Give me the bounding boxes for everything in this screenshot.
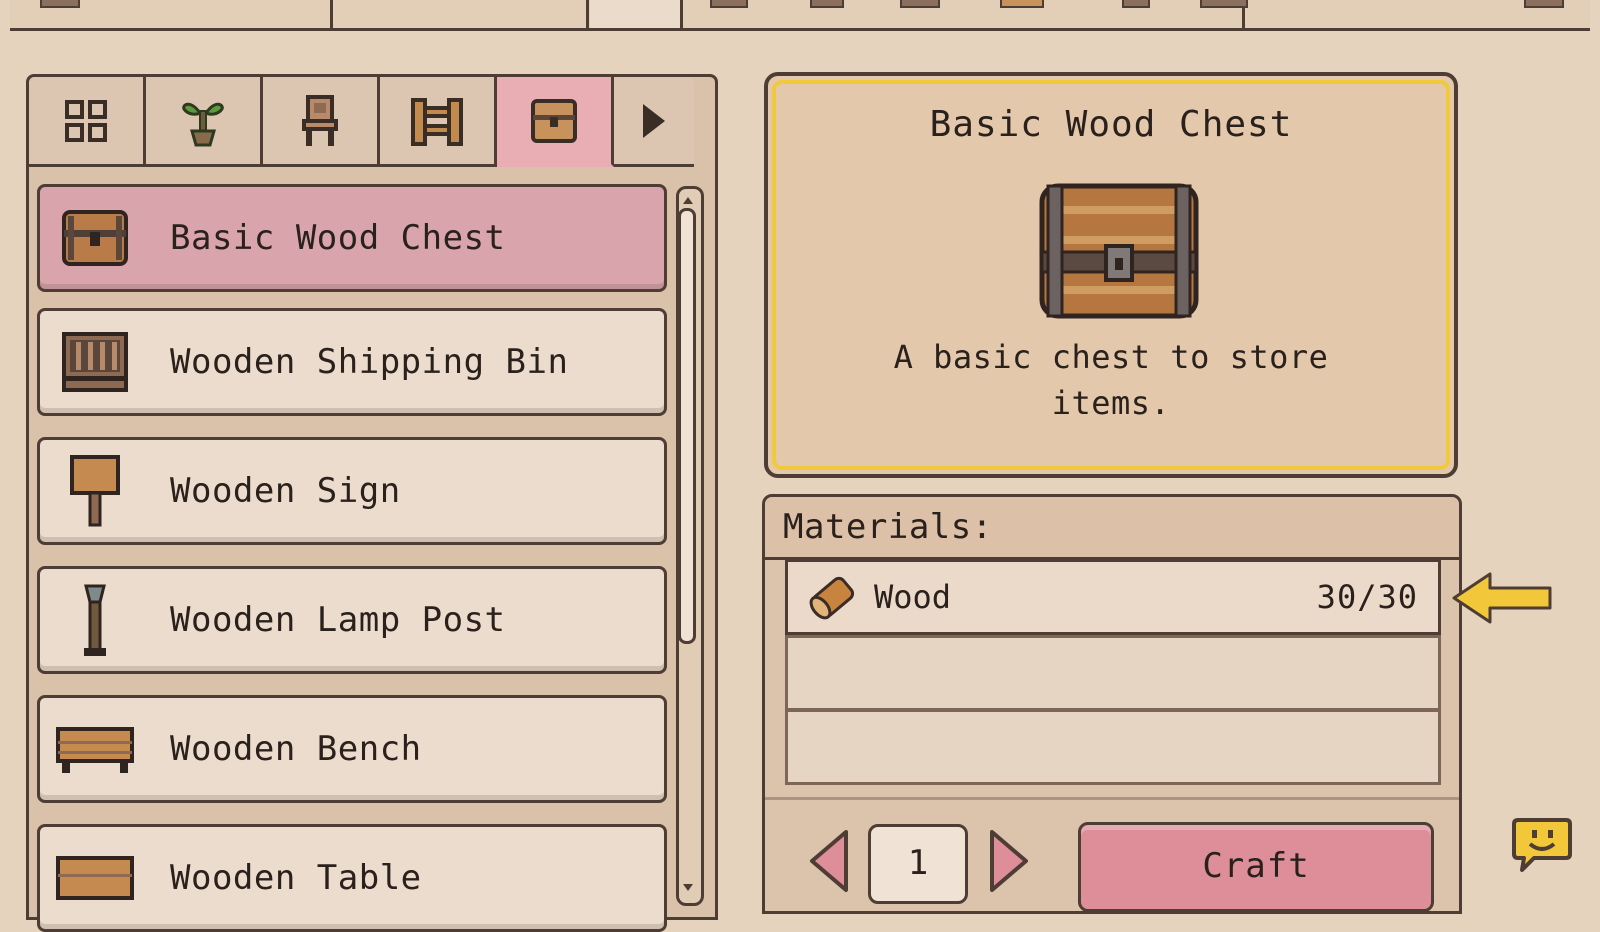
material-count: 30/30 <box>1316 578 1418 616</box>
materials-title: Materials: <box>783 507 993 547</box>
chair-icon <box>302 94 338 146</box>
material-name: Wood <box>874 578 952 616</box>
material-row-empty <box>785 709 1441 785</box>
tab-farming[interactable] <box>146 77 263 167</box>
toolbar-divider <box>586 0 589 28</box>
quantity-field[interactable]: 1 <box>868 824 968 904</box>
chest-icon <box>40 187 150 289</box>
material-row: Wood 30/30 <box>785 559 1441 635</box>
chat-icon[interactable] <box>1510 816 1574 874</box>
recipe-item-wooden-table[interactable]: Wooden Table <box>37 824 667 932</box>
detail-description: A basic chest to store items. <box>893 338 1329 422</box>
item-detail-card: Basic Wood Chest A basic chest to store … <box>764 72 1458 478</box>
sign-icon <box>40 440 150 542</box>
materials-divider <box>765 797 1459 800</box>
toolbar-icon[interactable] <box>1000 0 1044 8</box>
materials-header: Materials: <box>765 497 1459 560</box>
toolbar-divider <box>680 0 683 28</box>
recipe-item-wooden-shipping-bin[interactable]: Wooden Shipping Bin <box>37 308 667 416</box>
scrollbar-thumb[interactable] <box>678 208 696 644</box>
toolbar-icon[interactable] <box>710 0 748 8</box>
tab-furniture[interactable] <box>263 77 380 167</box>
scroll-up-icon[interactable] <box>681 194 695 208</box>
recipe-item-label: Basic Wood Chest <box>170 218 506 258</box>
chest-icon <box>531 98 577 143</box>
toolbar-icon[interactable] <box>1122 0 1150 8</box>
tab-storage[interactable] <box>497 77 614 167</box>
chest-icon <box>1039 183 1199 319</box>
table-icon <box>40 827 150 929</box>
recipe-item-basic-wood-chest[interactable]: Basic Wood Chest <box>37 184 667 292</box>
recipe-item-wooden-sign[interactable]: Wooden Sign <box>37 437 667 545</box>
increase-quantity-button[interactable] <box>988 828 1032 894</box>
toolbar-icon[interactable] <box>810 0 844 8</box>
shipping-bin-icon <box>40 311 150 413</box>
decrease-quantity-button[interactable] <box>806 828 850 894</box>
sapling-icon <box>182 102 224 146</box>
tab-fences[interactable] <box>380 77 497 167</box>
toolbar-icon[interactable] <box>40 0 80 8</box>
recipe-item-label: Wooden Table <box>170 858 422 898</box>
grid-icon <box>65 99 107 142</box>
recipe-item-label: Wooden Shipping Bin <box>170 342 569 382</box>
lamp-post-icon <box>40 569 150 671</box>
recipe-item-label: Wooden Bench <box>170 729 422 769</box>
next-arrow-icon <box>643 103 665 138</box>
recipe-item-label: Wooden Lamp Post <box>170 600 506 640</box>
top-toolbar <box>10 0 1590 31</box>
toolbar-divider <box>330 0 333 28</box>
material-row-empty <box>785 635 1441 711</box>
fence-icon <box>411 97 463 146</box>
pointer-arrow-icon <box>1452 572 1552 624</box>
detail-title: Basic Wood Chest <box>929 104 1293 145</box>
scroll-down-icon[interactable] <box>681 880 695 894</box>
recipe-item-wooden-bench[interactable]: Wooden Bench <box>37 695 667 803</box>
toolbar-icon[interactable] <box>1200 0 1248 8</box>
bench-icon <box>40 698 150 800</box>
category-tabs <box>29 77 715 169</box>
tab-all[interactable] <box>29 77 146 167</box>
toolbar-icon[interactable] <box>1524 0 1564 8</box>
craft-button[interactable]: Craft <box>1078 822 1434 912</box>
tab-next[interactable] <box>614 77 694 167</box>
recipe-item-wooden-lamp-post[interactable]: Wooden Lamp Post <box>37 566 667 674</box>
toolbar-icon[interactable] <box>900 0 940 8</box>
log-icon <box>809 576 855 620</box>
toolbar-active-slot[interactable] <box>590 0 680 28</box>
recipe-item-label: Wooden Sign <box>170 471 401 511</box>
